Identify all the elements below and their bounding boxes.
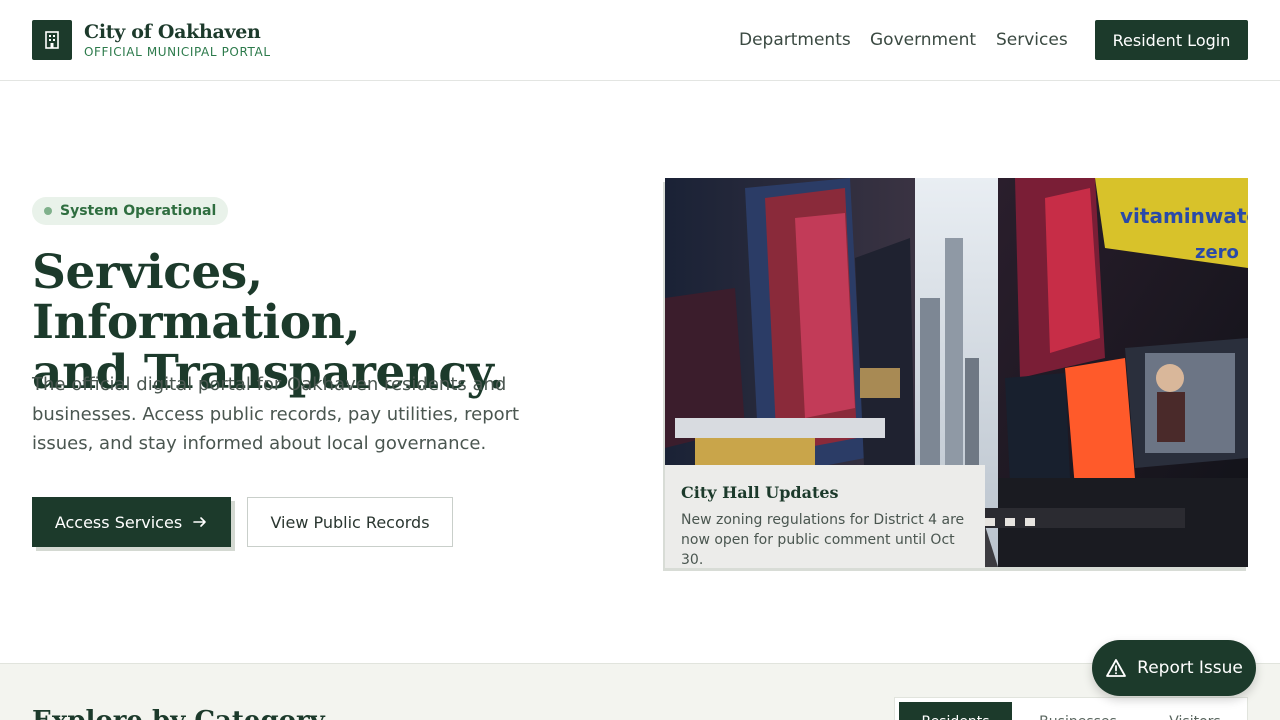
view-public-records-button[interactable]: View Public Records bbox=[247, 497, 453, 547]
status-badge: System Operational bbox=[32, 197, 229, 225]
billboard-text: vitaminwater bbox=[1120, 204, 1248, 228]
hero-description: The official digital portal for Oakhaven… bbox=[32, 374, 520, 454]
explore-section: Explore by Category Residents Businesses… bbox=[0, 663, 1280, 720]
hero-title-line1: Services, Information, bbox=[32, 245, 361, 350]
category-tabs: Residents Businesses Visitors bbox=[894, 697, 1248, 720]
building-icon bbox=[45, 31, 59, 49]
tab-visitors[interactable]: Visitors bbox=[1145, 702, 1245, 720]
report-issue-label: Report Issue bbox=[1137, 658, 1243, 678]
update-title: City Hall Updates bbox=[681, 483, 839, 502]
resident-login-button[interactable]: Resident Login bbox=[1095, 20, 1248, 60]
nav-services[interactable]: Services bbox=[996, 30, 1068, 50]
explore-title: Explore by Category bbox=[32, 706, 325, 720]
access-services-label: Access Services bbox=[54, 512, 183, 532]
brand-name[interactable]: City of Oakhaven bbox=[84, 21, 261, 43]
arrow-right-icon bbox=[193, 517, 206, 527]
logo[interactable] bbox=[32, 20, 72, 60]
tab-businesses[interactable]: Businesses bbox=[1019, 702, 1137, 720]
update-text: New zoning regulations for District 4 ar… bbox=[681, 512, 965, 568]
warning-triangle-icon bbox=[1106, 659, 1127, 677]
status-dot-icon bbox=[44, 207, 52, 215]
brand-subtitle: OFFICIAL MUNICIPAL PORTAL bbox=[84, 45, 271, 59]
nav-government[interactable]: Government bbox=[870, 30, 976, 50]
status-text: System Operational bbox=[60, 203, 217, 219]
billboard-text-2: zero bbox=[1195, 242, 1239, 263]
nav-departments[interactable]: Departments bbox=[739, 30, 851, 50]
site-header: City of Oakhaven OFFICIAL MUNICIPAL PORT… bbox=[0, 0, 1280, 81]
city-hall-update-card[interactable]: City Hall Updates New zoning regulations… bbox=[665, 465, 985, 568]
access-services-button[interactable]: Access Services bbox=[32, 497, 231, 547]
report-issue-button[interactable]: Report Issue bbox=[1092, 640, 1256, 696]
tab-residents[interactable]: Residents bbox=[899, 702, 1012, 720]
